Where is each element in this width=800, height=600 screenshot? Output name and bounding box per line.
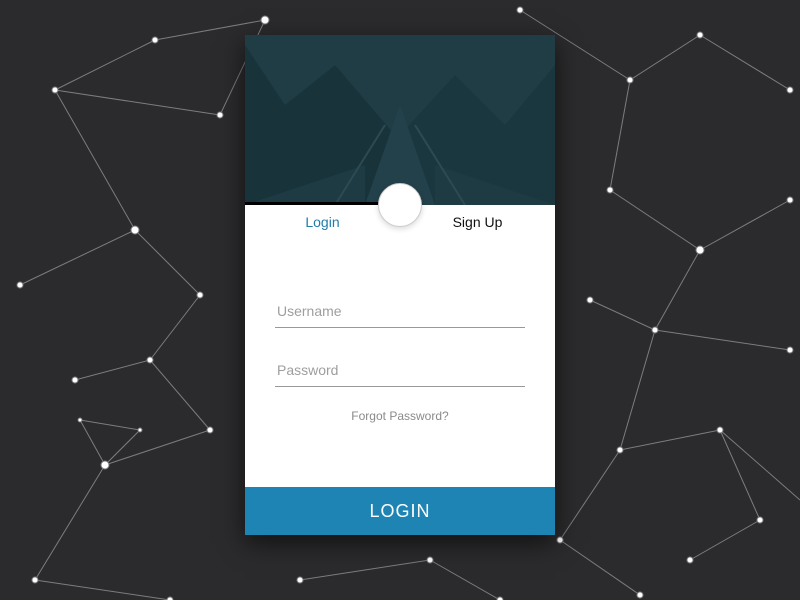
tab-signup[interactable]: Sign Up: [400, 205, 555, 239]
tab-bar: Login Sign Up: [245, 205, 555, 239]
login-card: Login Sign Up Forgot Password? LOGIN: [245, 35, 555, 535]
username-input[interactable]: [275, 295, 525, 328]
avatar-placeholder[interactable]: [378, 183, 422, 227]
forgot-password-link[interactable]: Forgot Password?: [275, 409, 525, 423]
login-button[interactable]: LOGIN: [245, 487, 555, 535]
login-form: Forgot Password?: [245, 239, 555, 487]
password-input[interactable]: [275, 354, 525, 387]
tab-login[interactable]: Login: [245, 205, 400, 239]
hero-image: [245, 35, 555, 205]
